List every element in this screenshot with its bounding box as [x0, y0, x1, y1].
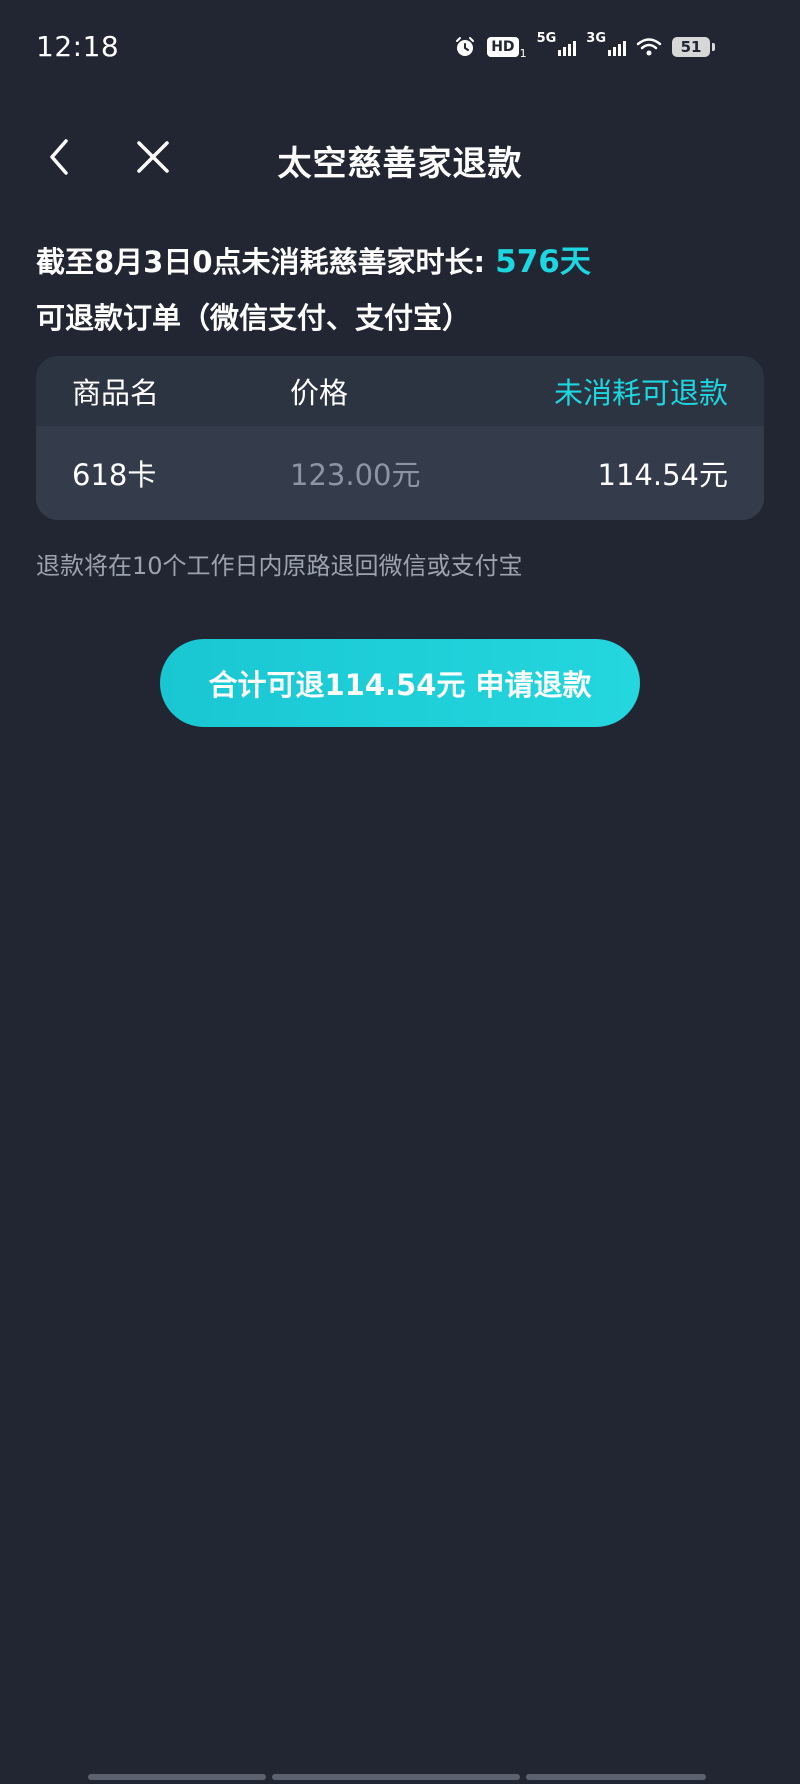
summary-label: 截至8月3日0点未消耗慈善家时长:	[36, 245, 486, 279]
row-refundable-amount: 114.54元	[597, 458, 728, 492]
column-header-price: 价格	[290, 376, 349, 410]
5g-signal-icon: 5G	[537, 32, 577, 56]
column-header-name: 商品名	[72, 376, 160, 410]
battery-icon: 51	[672, 37, 715, 57]
orders-table: 商品名 价格 未消耗可退款 618卡 123.00元 114.54元	[36, 356, 764, 520]
summary-value: 576天	[495, 244, 591, 280]
row-product-name: 618卡	[72, 458, 157, 492]
3g-signal-icon: 3G	[586, 32, 626, 56]
signal-bars	[558, 38, 577, 56]
gesture-bar	[88, 1774, 712, 1780]
network-3g-label: 3G	[586, 31, 606, 46]
page-title: 太空慈善家退款	[277, 144, 523, 184]
table-row: 618卡 123.00元 114.54元	[36, 426, 764, 520]
hd-icon: HD 1	[487, 37, 527, 60]
status-bar: 12:18 HD 1 5G 3G 51	[0, 0, 800, 96]
wifi-icon	[636, 37, 662, 57]
apply-refund-button[interactable]: 合计可退114.54元 申请退款	[160, 639, 640, 727]
network-5g-label: 5G	[536, 31, 557, 46]
status-time: 12:18	[36, 30, 120, 63]
column-header-refundable: 未消耗可退款	[553, 376, 728, 410]
refund-page: 12:18 HD 1 5G 3G 51 太空慈善家退款 截至8月3日0点未消耗慈…	[0, 0, 800, 1784]
refundable-orders-title: 可退款订单（微信支付、支付宝）	[36, 301, 472, 335]
refund-note: 退款将在10个工作日内原路退回微信或支付宝	[36, 552, 523, 580]
signal-bars	[608, 38, 626, 56]
row-price: 123.00元	[290, 458, 421, 492]
alarm-icon	[453, 35, 477, 59]
hd-label: HD	[487, 37, 519, 57]
unused-duration-summary: 截至8月3日0点未消耗慈善家时长: 576天	[36, 236, 591, 281]
status-icons: HD 1 5G 3G 51	[453, 30, 715, 64]
table-header: 商品名 价格 未消耗可退款	[36, 356, 764, 426]
sim-index: 1	[519, 46, 527, 60]
nav-bar: 太空慈善家退款	[0, 110, 800, 204]
battery-level: 51	[680, 38, 702, 56]
